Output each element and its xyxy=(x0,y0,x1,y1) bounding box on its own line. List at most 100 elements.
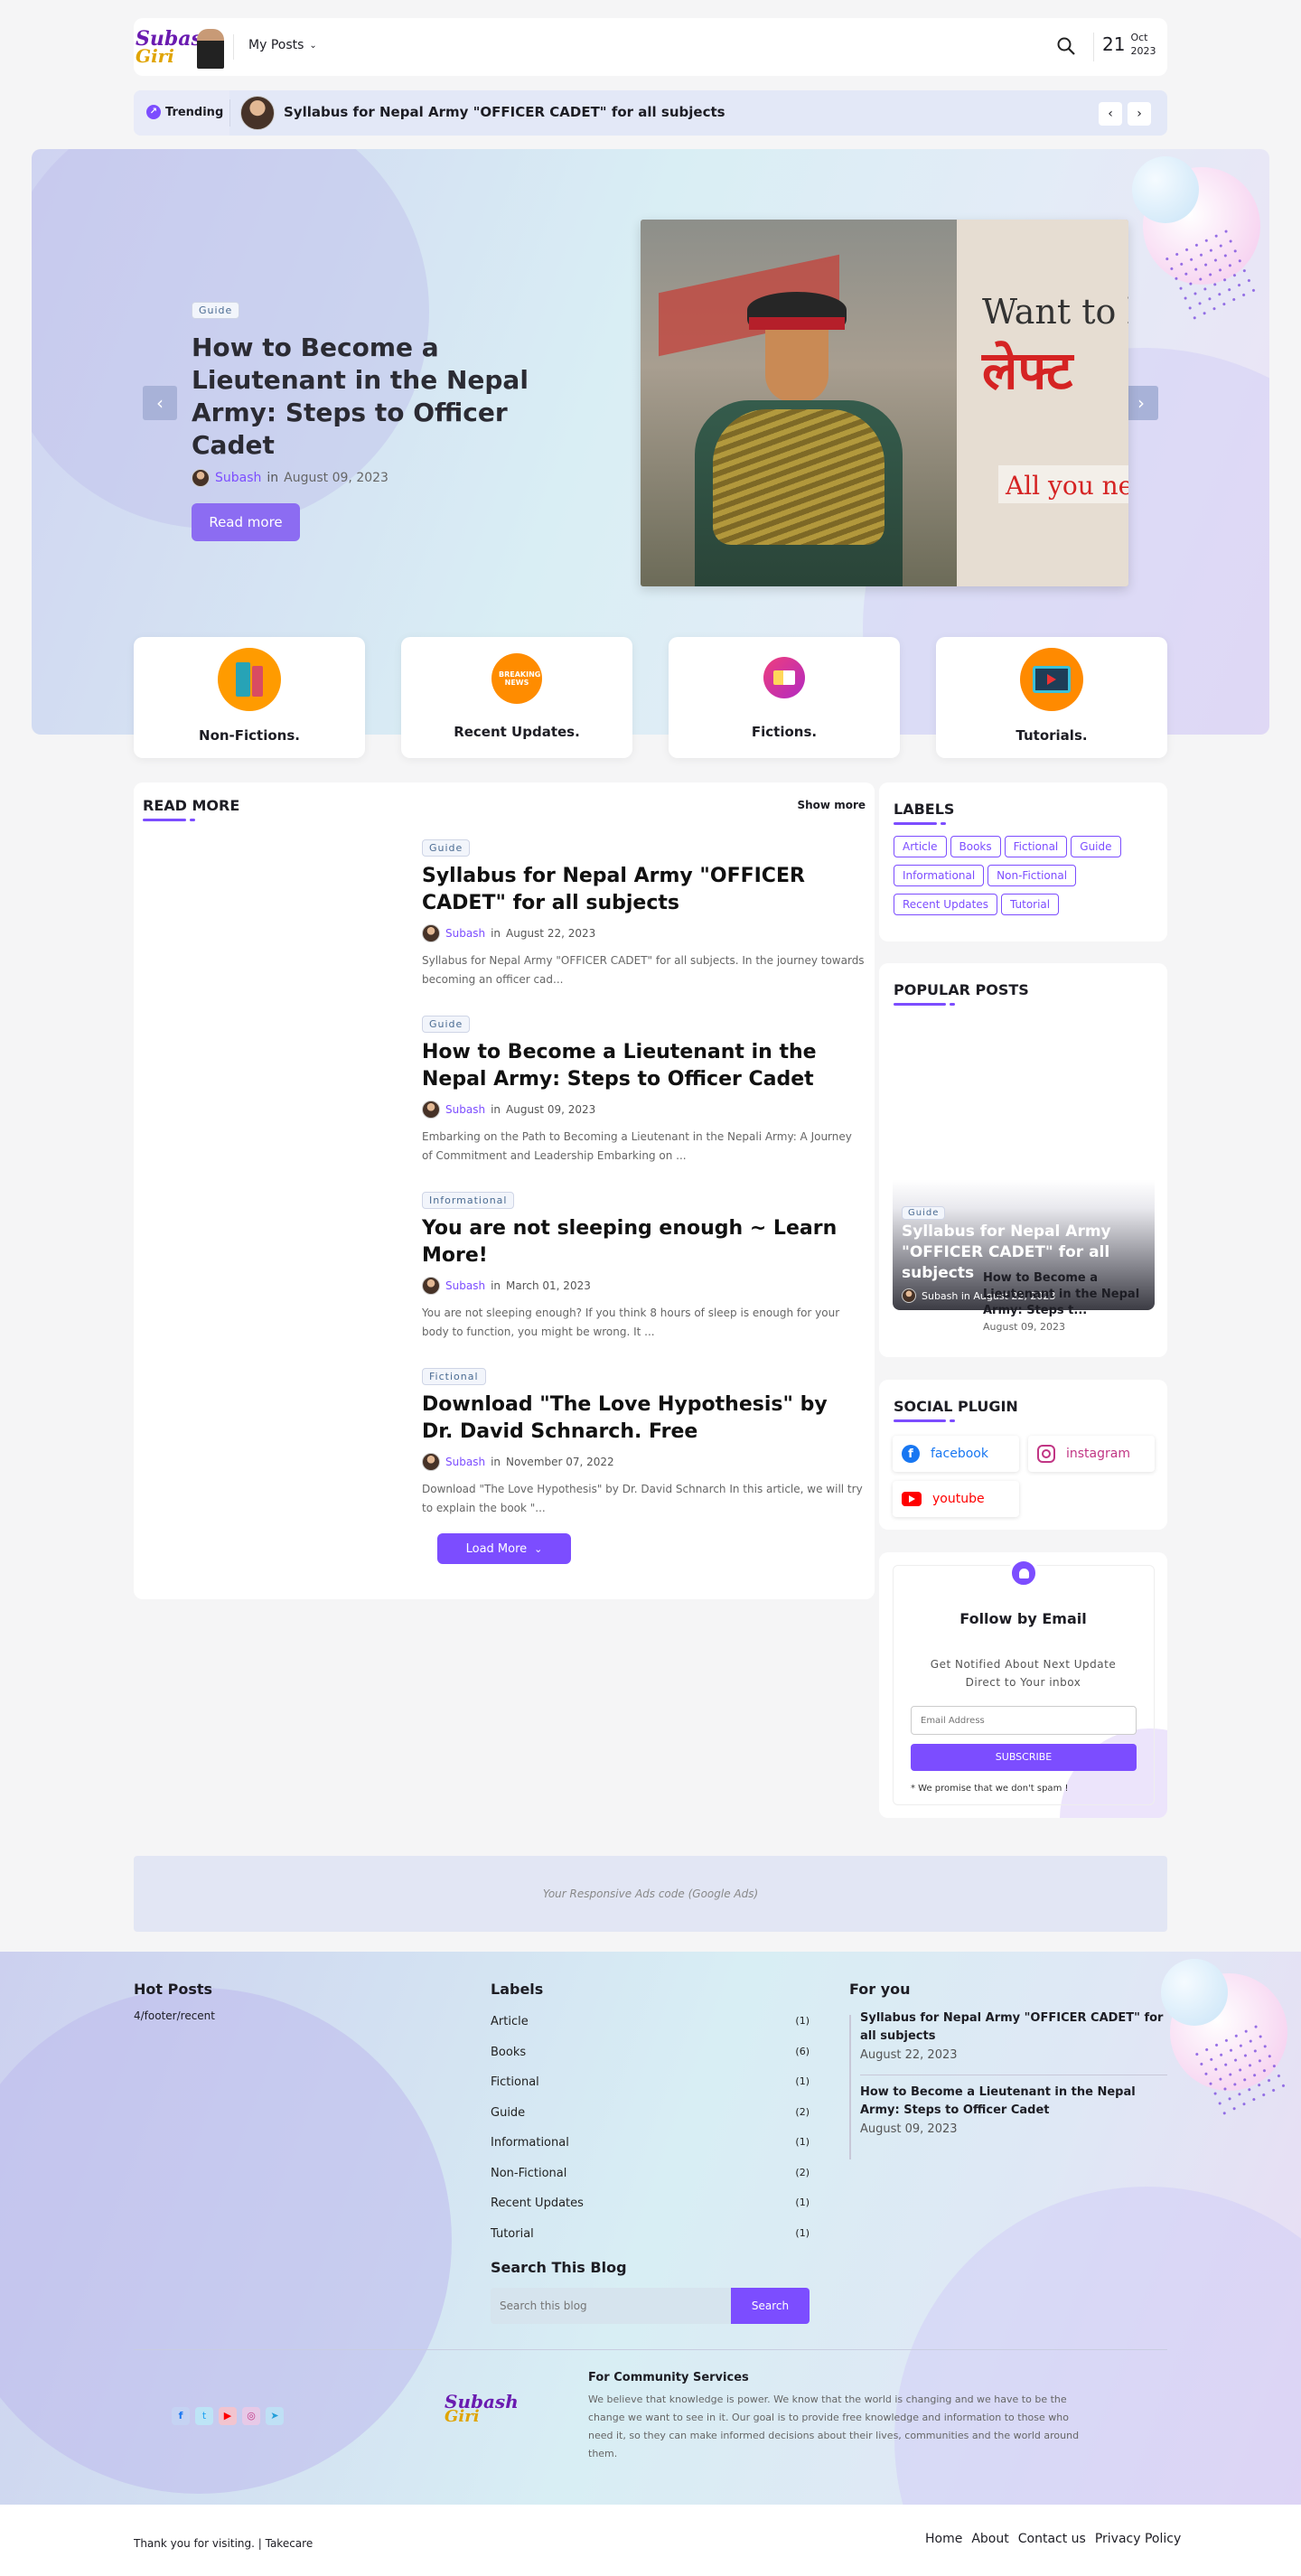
load-more-button[interactable]: Load More ⌄ xyxy=(437,1533,571,1564)
telegram-icon[interactable]: ➤ xyxy=(266,2407,284,2425)
hero-read-more-button[interactable]: Read more xyxy=(192,503,300,541)
popular-item-date: August 09, 2023 xyxy=(983,1321,1065,1333)
video-player-icon xyxy=(1020,648,1083,711)
label-chip[interactable]: Article xyxy=(894,836,947,857)
ads-banner: Your Responsive Ads code (Google Ads) xyxy=(134,1856,1167,1932)
follow-description: Get Notified About Next Update Direct to… xyxy=(930,1658,1117,1689)
youtube-icon[interactable]: ▶ xyxy=(219,2407,237,2425)
post-card[interactable]: Informational You are not sleeping enoug… xyxy=(422,1190,865,1342)
post-card[interactable]: Guide Syllabus for Nepal Army "OFFICER C… xyxy=(422,838,865,989)
footer-link-privacy[interactable]: Privacy Policy xyxy=(1095,2532,1181,2546)
youtube-label: youtube xyxy=(932,1492,985,1506)
hero-tag[interactable]: Guide xyxy=(192,302,240,319)
post-tag[interactable]: Fictional xyxy=(422,1368,486,1385)
youtube-link[interactable]: youtube xyxy=(893,1481,1019,1517)
popular-heading: POPULAR POSTS xyxy=(894,981,1029,998)
post-author[interactable]: Subash xyxy=(445,1103,485,1116)
site-logo[interactable]: Subash Giri xyxy=(136,25,226,69)
footer-label-item[interactable]: Informational (1) xyxy=(491,2136,810,2167)
label-chip[interactable]: Books xyxy=(950,836,1001,857)
for-you-date: August 22, 2023 xyxy=(860,2048,958,2062)
label-chip[interactable]: Recent Updates xyxy=(894,894,997,915)
hot-posts-text: 4/footer/recent xyxy=(134,2009,215,2022)
hero-prev-button[interactable]: ‹ xyxy=(143,386,177,420)
post-card[interactable]: Guide How to Become a Lieutenant in the … xyxy=(422,1014,865,1166)
chevron-down-icon: ⌄ xyxy=(309,40,317,51)
post-title[interactable]: Download "The Love Hypothesis" by Dr. Da… xyxy=(422,1391,865,1446)
footer-label-item[interactable]: Article (1) xyxy=(491,2015,810,2046)
trending-icon: ↗ xyxy=(146,105,161,119)
hero-next-button[interactable]: › xyxy=(1124,386,1158,420)
post-author[interactable]: Subash xyxy=(445,1279,485,1292)
post-title[interactable]: How to Become a Lieutenant in the Nepal … xyxy=(422,1039,865,1093)
category-non-fictions[interactable]: Non-Fictions. xyxy=(134,637,365,758)
bottom-bar: Thank you for visiting. | Takecare Home … xyxy=(0,2505,1301,2576)
label-chip[interactable]: Non-Fictional xyxy=(987,865,1077,886)
load-more-label: Load More xyxy=(465,1541,528,1556)
footer-logo[interactable]: Subash Giri xyxy=(445,2391,519,2426)
instagram-icon[interactable]: ◎ xyxy=(242,2407,260,2425)
category-label: Non-Fictions. xyxy=(199,727,300,744)
footer-link-contact[interactable]: Contact us xyxy=(1018,2532,1086,2546)
trending-next-button[interactable]: › xyxy=(1128,102,1151,126)
footer-label-item[interactable]: Fictional (1) xyxy=(491,2075,810,2106)
label-chip[interactable]: Informational xyxy=(894,865,985,886)
hero-date: August 09, 2023 xyxy=(284,471,388,485)
footer: Hot Posts 4/footer/recent Labels Article… xyxy=(0,1952,1301,2505)
trending-label: ↗ Trending xyxy=(146,105,223,119)
trending-prev-button[interactable]: ‹ xyxy=(1099,102,1122,126)
footer-label-item[interactable]: Recent Updates (1) xyxy=(491,2197,810,2227)
footer-link-home[interactable]: Home xyxy=(925,2532,962,2546)
footer-label-item[interactable]: Non-Fictional (2) xyxy=(491,2167,810,2197)
post-in: in xyxy=(491,927,501,940)
post-tag[interactable]: Informational xyxy=(422,1192,515,1209)
post-author[interactable]: Subash xyxy=(445,1456,485,1468)
author-avatar xyxy=(422,924,440,942)
popular-post-item[interactable]: How to Become a Lieutenant in the Nepal … xyxy=(983,1270,1156,1333)
label-chip[interactable]: Tutorial xyxy=(1001,894,1060,915)
date-year: 2023 xyxy=(1130,45,1156,57)
trending-title[interactable]: Syllabus for Nepal Army "OFFICER CADET" … xyxy=(284,104,725,120)
hot-posts-heading: Hot Posts xyxy=(134,1981,213,1998)
footer-search-button[interactable]: Search xyxy=(731,2288,810,2324)
twitter-icon[interactable]: t xyxy=(195,2407,213,2425)
footer-link-about[interactable]: About xyxy=(971,2532,1008,2546)
footer-labels-heading: Labels xyxy=(491,1981,544,1998)
footer-label-item[interactable]: Guide (2) xyxy=(491,2106,810,2137)
footer-search-input[interactable] xyxy=(491,2288,731,2324)
labels-heading: LABELS xyxy=(894,801,955,818)
facebook-icon: f xyxy=(902,1445,920,1463)
for-you-item[interactable]: How to Become a Lieutenant in the Nepal … xyxy=(860,2084,1167,2136)
youtube-icon xyxy=(902,1492,922,1506)
label-chip[interactable]: Guide xyxy=(1071,836,1121,857)
instagram-label: instagram xyxy=(1066,1447,1130,1461)
post-title[interactable]: Syllabus for Nepal Army "OFFICER CADET" … xyxy=(422,863,865,917)
post-title[interactable]: You are not sleeping enough ~ Learn More… xyxy=(422,1215,865,1269)
facebook-link[interactable]: f facebook xyxy=(893,1436,1019,1472)
post-author[interactable]: Subash xyxy=(445,927,485,940)
post-card[interactable]: Fictional Download "The Love Hypothesis"… xyxy=(422,1366,865,1518)
category-recent-updates[interactable]: BREAKING NEWS Recent Updates. xyxy=(401,637,632,758)
label-chip[interactable]: Fictional xyxy=(1004,836,1068,857)
instagram-link[interactable]: instagram xyxy=(1028,1436,1155,1472)
facebook-icon[interactable]: f xyxy=(172,2407,190,2425)
subscribe-button[interactable]: SUBSCRIBE xyxy=(911,1744,1137,1771)
footer-label-item[interactable]: Tutorial (1) xyxy=(491,2227,810,2258)
for-you-title: How to Become a Lieutenant in the Nepal … xyxy=(860,2085,1136,2117)
category-label: Recent Updates. xyxy=(454,724,580,740)
post-tag[interactable]: Guide xyxy=(422,1016,471,1033)
footer-label-item[interactable]: Books (6) xyxy=(491,2046,810,2076)
show-more-link[interactable]: Show more xyxy=(798,799,866,811)
email-input[interactable] xyxy=(911,1706,1137,1735)
category-fictions[interactable]: Fictions. xyxy=(669,637,900,758)
my-posts-menu[interactable]: My Posts ⌄ xyxy=(248,38,317,52)
hero-title[interactable]: How to Become a Lieutenant in the Nepal … xyxy=(192,332,571,462)
category-tutorials[interactable]: Tutorials. xyxy=(936,637,1167,758)
hero-author[interactable]: Subash xyxy=(215,471,261,485)
hero-image[interactable]: Want to b लेफ्ट All you nee xyxy=(641,220,1128,586)
post-tag[interactable]: Guide xyxy=(422,839,471,857)
for-you-item[interactable]: Syllabus for Nepal Army "OFFICER CADET" … xyxy=(860,2009,1167,2062)
post-excerpt: Embarking on the Path to Becoming a Lieu… xyxy=(422,1130,852,1162)
search-icon[interactable] xyxy=(1055,35,1079,59)
popular-tag[interactable]: Guide xyxy=(902,1206,946,1220)
